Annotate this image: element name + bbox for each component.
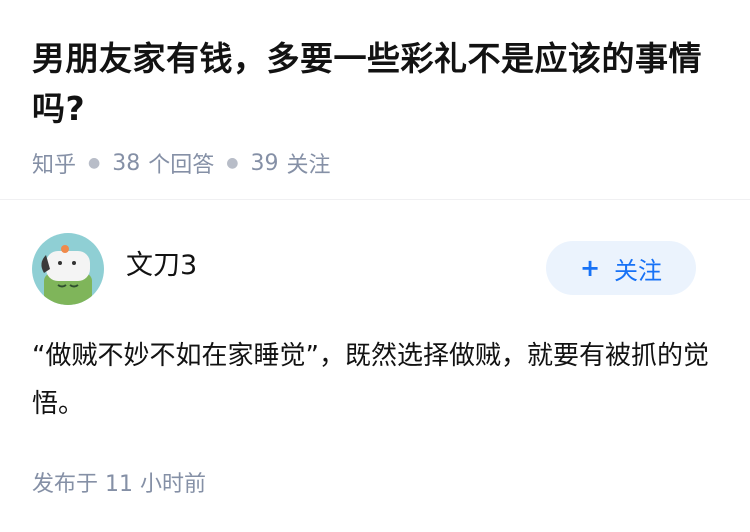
meta-separator: ●: [88, 155, 101, 171]
author-row: 文刀3 + 关注: [32, 232, 718, 306]
author-name[interactable]: 文刀3: [126, 243, 197, 282]
author-avatar[interactable]: [32, 233, 104, 305]
answer-content[interactable]: “做贼不妙不如在家睡觉”，既然选择做贼，就要有被抓的觉悟。: [32, 332, 722, 428]
follow-button-label: 关注: [614, 256, 663, 285]
answer-count: 38: [112, 150, 141, 176]
follow-count: 39: [250, 150, 279, 176]
zhihu-question-page: 男朋友家有钱，多要一些彩礼不是应该的事情吗? 知乎 ● 38 个回答 ● 39 …: [0, 0, 750, 532]
plus-icon: +: [579, 254, 601, 282]
follow-button[interactable]: + 关注: [546, 241, 696, 295]
answer-count-label: 个回答: [148, 153, 215, 178]
cartoon-dog-avatar-icon: [32, 233, 104, 305]
question-title[interactable]: 男朋友家有钱，多要一些彩礼不是应该的事情吗?: [32, 34, 722, 134]
follow-count-label: 关注: [286, 153, 331, 178]
meta-separator: ●: [226, 155, 239, 171]
source-label[interactable]: 知乎: [32, 147, 76, 179]
question-header: 男朋友家有钱，多要一些彩礼不是应该的事情吗? 知乎 ● 38 个回答 ● 39 …: [0, 0, 750, 200]
answer-card: 文刀3 + 关注 “做贼不妙不如在家睡觉”，既然选择做贼，就要有被抓的觉悟。 发…: [0, 200, 750, 498]
publish-time: 发布于 11 小时前: [32, 472, 206, 497]
question-meta: 知乎 ● 38 个回答 ● 39 关注: [32, 147, 718, 179]
